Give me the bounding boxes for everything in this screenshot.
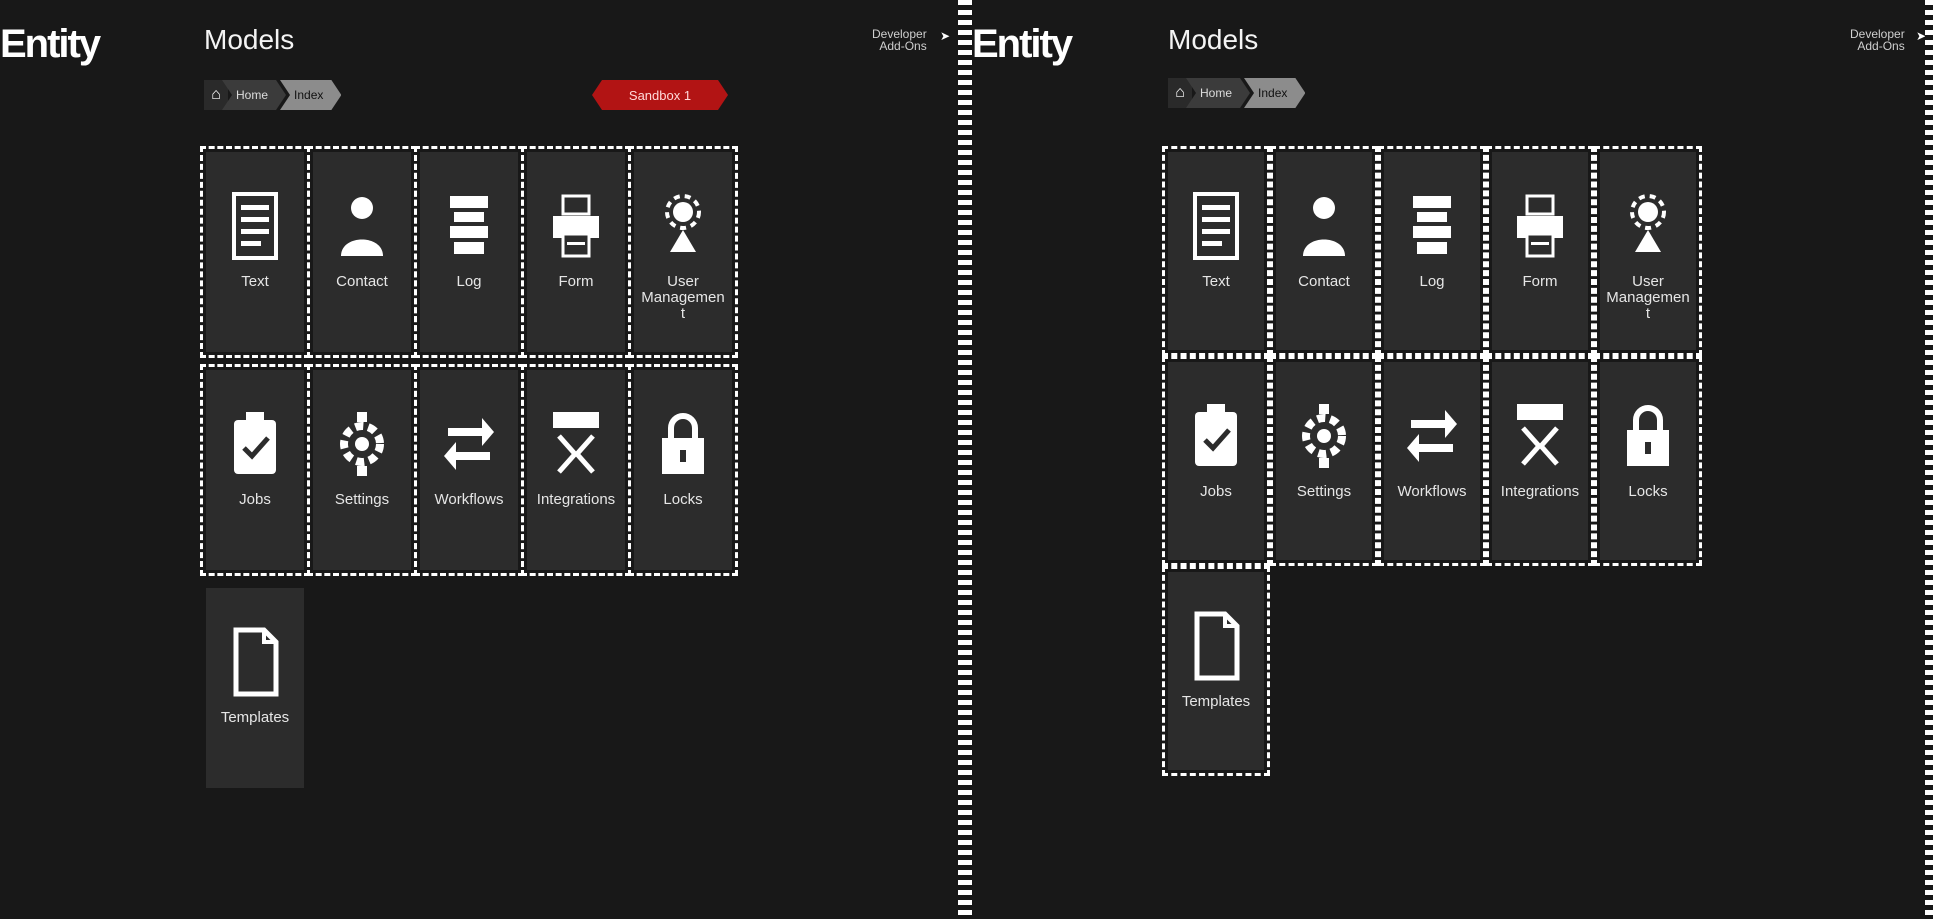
tile-label: Templates	[220, 709, 290, 726]
model-tile[interactable]: Jobs	[1162, 356, 1270, 566]
model-tile[interactable]: Settings	[1270, 356, 1378, 566]
model-tile[interactable]: Templates	[206, 588, 304, 788]
breadcrumb-index[interactable]: Index	[280, 80, 341, 110]
developer-link[interactable]: Developer Add-Ons	[1850, 28, 1905, 52]
document-list-icon	[1189, 190, 1243, 262]
model-tile[interactable]: Integrations	[521, 364, 631, 576]
model-tile[interactable]: Text	[1162, 146, 1270, 356]
log-stack-icon	[1405, 190, 1459, 262]
breadcrumb-home[interactable]: Home	[222, 80, 286, 110]
contact-user-icon	[335, 190, 389, 262]
jobs-check-icon	[1189, 400, 1243, 472]
tile-label: Settings	[334, 491, 390, 508]
integration-plug-icon	[1513, 400, 1567, 472]
settings-gear-icon	[335, 408, 389, 480]
home-icon[interactable]: ⌂	[204, 80, 228, 110]
tile-label: Log	[1419, 273, 1445, 290]
model-tile[interactable]: User Management	[1594, 146, 1702, 356]
arrow-right-icon[interactable]: ➤	[936, 30, 950, 42]
sandbox-badge[interactable]: Sandbox 1	[592, 80, 728, 110]
arrow-right-icon[interactable]: ➤	[1912, 30, 1926, 42]
model-tile[interactable]: User Management	[628, 146, 738, 358]
template-file-icon	[1189, 610, 1243, 682]
model-tile[interactable]: Settings	[307, 364, 417, 576]
lock-icon	[1621, 400, 1675, 472]
workflow-arrows-icon	[442, 408, 496, 480]
model-tile[interactable]: Workflows	[1378, 356, 1486, 566]
form-printer-icon	[1513, 190, 1567, 262]
scroll-edge	[1925, 0, 1933, 919]
tile-label: Form	[558, 273, 594, 290]
settings-gear-icon	[1297, 400, 1351, 472]
tile-label: Log	[456, 273, 482, 290]
developer-link-line2: Add-Ons	[879, 39, 927, 53]
jobs-check-icon	[228, 408, 282, 480]
model-tile[interactable]: Jobs	[200, 364, 310, 576]
tile-label: Contact	[336, 273, 388, 290]
page-title: Models	[1168, 24, 1259, 55]
panel-divider	[958, 0, 972, 919]
home-icon[interactable]: ⌂	[1168, 78, 1192, 108]
app-name: Entity	[0, 22, 101, 66]
lock-icon	[656, 408, 710, 480]
tile-label: Text	[1202, 273, 1230, 290]
breadcrumb: ⌂ Home Index	[1168, 78, 1305, 108]
right-panel: Entity Models Developer Add-Ons ➤ ⌂ Home…	[972, 0, 1933, 919]
tile-label: Templates	[1181, 693, 1251, 710]
breadcrumb: ⌂ Home Index	[204, 80, 341, 110]
model-tile[interactable]: Locks	[628, 364, 738, 576]
contact-user-icon	[1297, 190, 1351, 262]
model-tile[interactable]: Log	[414, 146, 524, 358]
tile-label: Workflows	[1397, 483, 1467, 500]
tile-label: Jobs	[239, 491, 271, 508]
document-list-icon	[228, 190, 282, 262]
breadcrumb-index[interactable]: Index	[1244, 78, 1305, 108]
user-gear-icon	[1621, 190, 1675, 262]
app-name: Entity	[972, 22, 1073, 66]
tile-label: User Management	[1606, 273, 1690, 322]
integration-plug-icon	[549, 408, 603, 480]
tile-label: Workflows	[434, 491, 504, 508]
tile-label: User Management	[641, 273, 725, 322]
tile-label: Integrations	[536, 491, 616, 508]
model-tile[interactable]: Templates	[1162, 566, 1270, 776]
tile-label: Integrations	[1500, 483, 1580, 500]
model-tile[interactable]: Form	[521, 146, 631, 358]
tile-label: Form	[1522, 273, 1558, 290]
tile-label: Jobs	[1200, 483, 1232, 500]
page-title: Models	[204, 24, 295, 55]
model-tile[interactable]: Text	[200, 146, 310, 358]
model-tile[interactable]: Integrations	[1486, 356, 1594, 566]
form-printer-icon	[549, 190, 603, 262]
developer-link-line2: Add-Ons	[1857, 39, 1905, 53]
log-stack-icon	[442, 190, 496, 262]
tile-label: Text	[241, 273, 269, 290]
model-tile[interactable]: Contact	[307, 146, 417, 358]
tile-label: Contact	[1298, 273, 1350, 290]
developer-link[interactable]: Developer Add-Ons	[872, 28, 927, 52]
left-panel: Entity Models Developer Add-Ons ➤ ⌂ Home…	[0, 0, 958, 919]
breadcrumb-home[interactable]: Home	[1186, 78, 1250, 108]
model-tile[interactable]: Log	[1378, 146, 1486, 356]
tile-label: Locks	[663, 491, 703, 508]
model-tile[interactable]: Locks	[1594, 356, 1702, 566]
user-gear-icon	[656, 190, 710, 262]
workflow-arrows-icon	[1405, 400, 1459, 472]
template-file-icon	[228, 626, 282, 698]
model-tile[interactable]: Contact	[1270, 146, 1378, 356]
tile-label: Settings	[1296, 483, 1352, 500]
tile-label: Locks	[1628, 483, 1668, 500]
model-tile[interactable]: Form	[1486, 146, 1594, 356]
model-tile[interactable]: Workflows	[414, 364, 524, 576]
